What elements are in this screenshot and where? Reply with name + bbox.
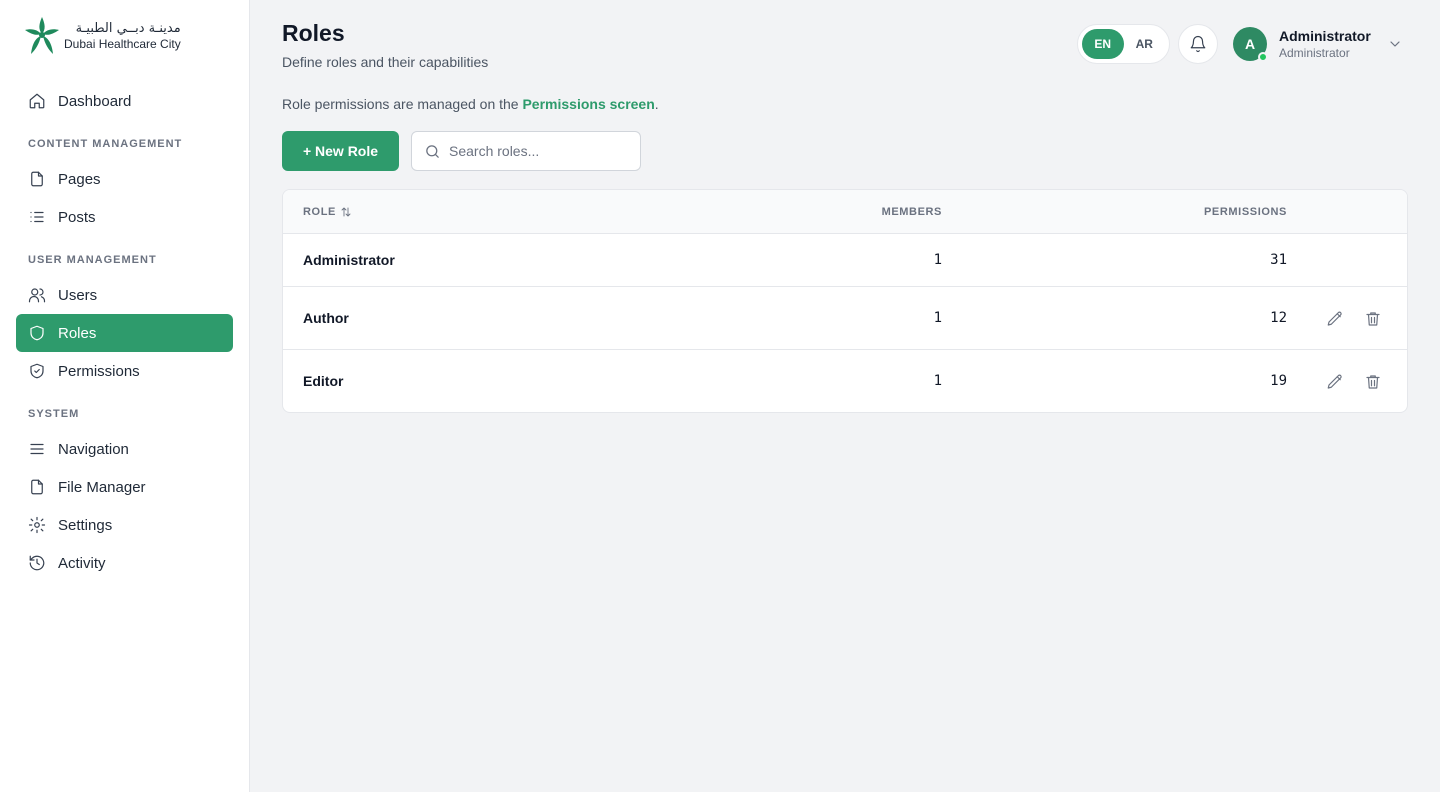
pencil-icon (1327, 311, 1342, 326)
roles-table: ROLE MEMBERS PERMISSIONS Administrator 1 3… (282, 189, 1408, 413)
avatar-initial: A (1244, 36, 1256, 52)
file-icon (28, 478, 46, 496)
file-icon (28, 170, 46, 188)
user-menu[interactable]: A Administrator Administrator (1233, 26, 1403, 62)
brand-logo[interactable]: مدينـة دبــي الطبيـة Dubai Healthcare Ci… (24, 16, 181, 56)
home-icon (28, 92, 46, 110)
search-icon (426, 144, 439, 158)
sidebar-item-activity[interactable]: Activity (16, 544, 233, 582)
trash-icon (1366, 375, 1380, 389)
sidebar-item-posts[interactable]: Posts (16, 198, 233, 236)
sidebar-item-pages[interactable]: Pages (16, 160, 233, 198)
permissions-screen-link[interactable]: Permissions screen (522, 96, 654, 112)
table-body: Administrator 1 31 Author 1 12 Editor 1 19 (283, 234, 1407, 412)
nav-section-label: CONTENT MANAGEMENT (28, 138, 183, 150)
table-header: ROLE MEMBERS PERMISSIONS (283, 190, 1407, 234)
sidebar-item-label: Roles (58, 324, 97, 342)
star-logo-icon (25, 17, 59, 54)
sidebar-item-roles[interactable]: Roles (16, 314, 233, 352)
sidebar-item-dashboard[interactable]: Dashboard (16, 82, 233, 120)
members-count: 1 (933, 310, 942, 326)
sidebar-item-label: Navigation (58, 440, 129, 458)
avatar: A (1233, 27, 1268, 62)
sidebar-item-label: Dashboard (58, 92, 132, 110)
search-box (411, 131, 641, 171)
lang-ar-button[interactable]: AR (1124, 29, 1166, 59)
sidebar-item-label: Permissions (58, 362, 140, 380)
table-row[interactable]: Editor 1 19 (283, 350, 1407, 412)
row-actions (1325, 372, 1383, 392)
new-role-button[interactable]: + New Role (282, 131, 399, 171)
sidebar-item-settings[interactable]: Settings (16, 506, 233, 544)
permissions-count: 19 (1270, 373, 1287, 389)
sidebar-item-file-manager[interactable]: File Manager (16, 468, 233, 506)
permissions-count: 31 (1270, 252, 1287, 268)
bell-icon (1190, 35, 1206, 53)
shield-check-icon (28, 362, 46, 380)
nav-section-label: SYSTEM (28, 408, 80, 420)
permissions-count: 12 (1270, 310, 1287, 326)
sidebar: مدينـة دبــي الطبيـة Dubai Healthcare Ci… (0, 0, 250, 792)
brand-name: Dubai Healthcare City (64, 37, 181, 51)
column-header-role[interactable]: ROLE (303, 190, 352, 234)
members-count: 1 (933, 373, 942, 389)
delete-button[interactable] (1363, 309, 1383, 329)
sidebar-item-label: Activity (58, 554, 106, 572)
sidebar-item-label: Users (58, 286, 98, 304)
search-input[interactable] (449, 143, 629, 159)
sort-icon (341, 207, 351, 217)
pencil-icon (1327, 374, 1342, 389)
sidebar-item-label: Posts (58, 208, 96, 226)
lang-en-button[interactable]: EN (1082, 29, 1124, 59)
column-header-role-label: ROLE (303, 206, 336, 218)
language-toggle: EN AR (1077, 24, 1170, 64)
role-name: Administrator (303, 252, 395, 268)
notice-text: Role permissions are managed on the (282, 96, 523, 112)
user-name: Administrator (1279, 28, 1371, 44)
edit-button[interactable] (1325, 309, 1345, 329)
edit-button[interactable] (1325, 372, 1345, 392)
users-icon (28, 286, 46, 304)
sidebar-item-label: Pages (58, 170, 101, 188)
table-row[interactable]: Author 1 12 (283, 287, 1407, 350)
delete-button[interactable] (1363, 372, 1383, 392)
brand-name-arabic: مدينـة دبــي الطبيـة (75, 21, 181, 36)
table-row[interactable]: Administrator 1 31 (283, 234, 1407, 287)
chevron-down-icon (1387, 36, 1403, 52)
notice-suffix: . (654, 96, 659, 112)
history-icon (28, 554, 46, 572)
menu-icon (28, 440, 46, 458)
online-status-dot (1258, 52, 1268, 62)
sidebar-item-users[interactable]: Users (16, 276, 233, 314)
row-actions (1325, 309, 1383, 329)
sidebar-item-permissions[interactable]: Permissions (16, 352, 233, 390)
page-title: Roles (282, 20, 345, 46)
notifications-button[interactable] (1178, 24, 1218, 64)
sidebar-item-label: File Manager (58, 478, 146, 496)
members-count: 1 (933, 252, 942, 268)
list-icon (28, 208, 46, 226)
role-name: Editor (303, 373, 344, 389)
role-name: Author (303, 310, 349, 326)
trash-icon (1366, 312, 1380, 326)
column-header-permissions: PERMISSIONS (1203, 206, 1287, 218)
gear-icon (28, 516, 46, 534)
shield-icon (28, 324, 46, 342)
permissions-notice: Role permissions are managed on the Perm… (282, 96, 659, 112)
sidebar-item-label: Settings (58, 516, 113, 534)
nav-section-label: USER MANAGEMENT (28, 254, 157, 266)
user-role: Administrator (1279, 46, 1350, 60)
sidebar-nav: Dashboard CONTENT MANAGEMENT Pages Posts USE… (16, 82, 233, 582)
sidebar-item-navigation[interactable]: Navigation (16, 430, 233, 468)
page-subtitle: Define roles and their capabilities (282, 54, 489, 70)
column-header-members: MEMBERS (881, 206, 942, 218)
